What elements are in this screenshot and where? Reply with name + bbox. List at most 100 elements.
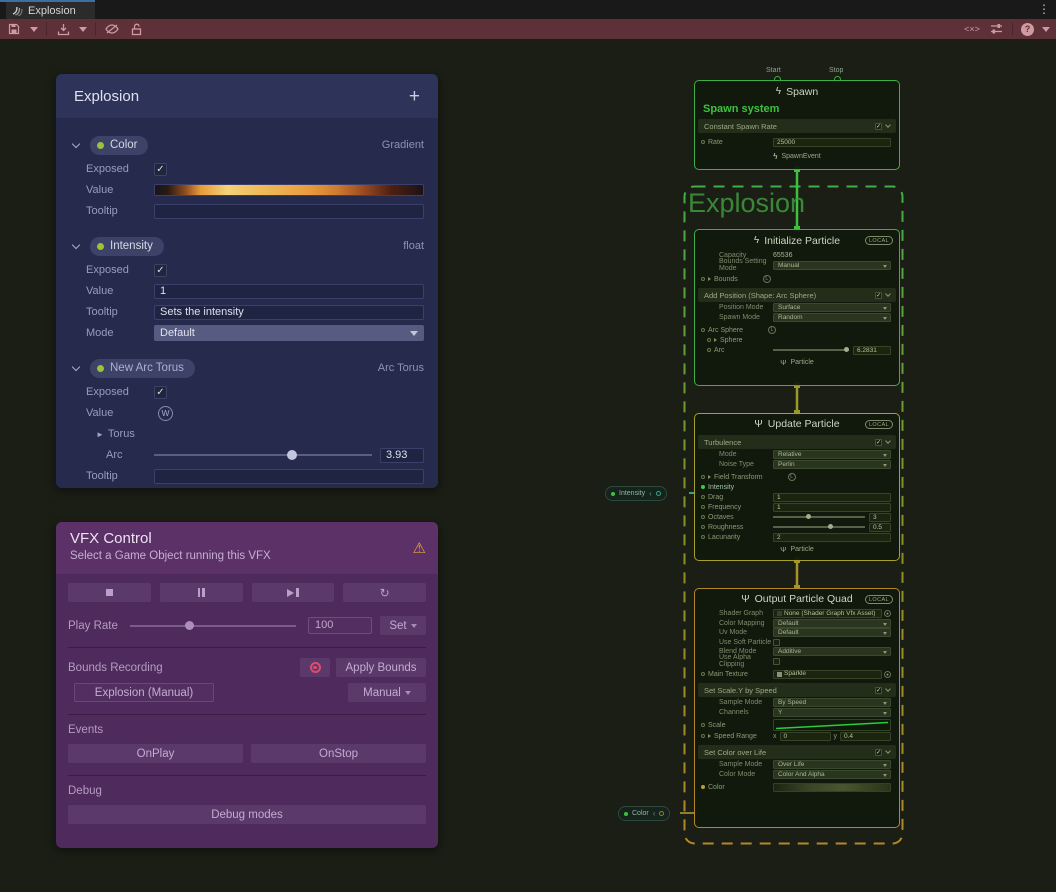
intensity-tooltip-input[interactable]: Sets the intensity — [154, 305, 424, 320]
intensity-parameter-node[interactable]: Intensity ‹ — [605, 486, 667, 501]
output-node[interactable]: Ψ Output Particle Quad LOCAL Shader Grap… — [694, 588, 900, 828]
main-texture-object-field[interactable]: Sparkle — [773, 670, 882, 679]
collapse-icon[interactable]: ‹ — [649, 490, 652, 498]
speed-range-x-input[interactable]: 0 — [780, 732, 831, 741]
shader-graph-object-field[interactable]: None (Shader Graph Vfx Asset) — [773, 609, 882, 618]
frequency-input[interactable]: 1 — [773, 503, 891, 512]
bounds-mode-dropdown[interactable]: Manual — [348, 683, 426, 702]
arc-slider[interactable] — [154, 454, 372, 456]
foldout-icon[interactable] — [708, 734, 711, 738]
color-gradient-editor[interactable] — [154, 184, 424, 196]
chevron-down-icon[interactable] — [885, 291, 891, 297]
uv-mode-dropdown[interactable]: Default — [773, 628, 891, 637]
chevron-down-icon[interactable] — [885, 122, 891, 128]
color-mapping-dropdown[interactable]: Default — [773, 619, 891, 628]
drag-port[interactable] — [701, 495, 705, 499]
arc-port[interactable] — [707, 348, 711, 352]
world-space-toggle[interactable]: W — [158, 406, 173, 421]
spawn-system-label[interactable]: Spawn system — [695, 102, 899, 118]
channels-dropdown[interactable]: Y — [773, 708, 891, 717]
chevron-down-icon[interactable] — [885, 686, 891, 692]
foldout-icon[interactable] — [708, 475, 711, 479]
block-enabled-checkbox[interactable]: ✓ — [875, 123, 882, 130]
roughness-slider[interactable] — [773, 526, 865, 528]
intensity-exposed-checkbox[interactable]: ✓ — [154, 264, 167, 277]
color-property-pill[interactable]: Color — [90, 136, 148, 155]
update-node[interactable]: Ψ Update Particle LOCAL Turbulence ✓ Mod… — [694, 413, 900, 561]
color-exposed-checkbox[interactable]: ✓ — [154, 163, 167, 176]
play-rate-slider[interactable] — [130, 625, 296, 627]
arc-slider-handle[interactable] — [844, 347, 849, 352]
octaves-value[interactable]: 3 — [869, 513, 891, 522]
step-button[interactable] — [252, 583, 335, 602]
spawn-mode-dropdown[interactable]: Random — [773, 313, 891, 322]
arc-torus-exposed-checkbox[interactable]: ✓ — [154, 386, 167, 399]
block-enabled-checkbox[interactable]: ✓ — [875, 439, 882, 446]
color-port-connected[interactable] — [701, 785, 705, 789]
block-enabled-checkbox[interactable]: ✓ — [875, 292, 882, 299]
local-space-icon[interactable]: L — [763, 275, 771, 283]
sample-mode-dropdown[interactable]: By Speed — [773, 698, 891, 707]
block-enabled-checkbox[interactable]: ✓ — [875, 749, 882, 756]
arc-torus-tooltip-input[interactable] — [154, 469, 424, 484]
mode-dropdown[interactable]: Relative — [773, 450, 891, 459]
debug-modes-button[interactable]: Debug modes — [68, 805, 426, 824]
object-picker-icon[interactable]: ● — [884, 610, 891, 617]
update-node-header[interactable]: Ψ Update Particle LOCAL — [695, 414, 899, 434]
octaves-slider-handle[interactable] — [806, 514, 811, 519]
bounds-target-button[interactable]: Explosion (Manual) — [74, 683, 214, 702]
foldout-icon[interactable] — [714, 338, 717, 342]
arc-sphere-port[interactable] — [701, 328, 705, 332]
intensity-value-input[interactable]: 1 — [154, 284, 424, 299]
foldout-icon[interactable] — [708, 277, 711, 281]
arc-value-input[interactable]: 3.93 — [380, 448, 424, 463]
local-space-icon[interactable]: L — [768, 326, 776, 334]
roughness-port[interactable] — [701, 525, 705, 529]
rate-input[interactable]: 25000 — [773, 138, 891, 147]
color-pill-port[interactable] — [659, 811, 664, 816]
field-transform-port[interactable] — [701, 475, 705, 479]
main-texture-port[interactable] — [701, 672, 705, 676]
intensity-mode-dropdown[interactable]: Default — [154, 325, 424, 341]
chevron-down-icon[interactable] — [885, 438, 891, 444]
roughness-value[interactable]: 0.5 — [869, 523, 891, 532]
noise-type-dropdown[interactable]: Perlin — [773, 460, 891, 469]
lacunarity-input[interactable]: 2 — [773, 533, 891, 542]
turbulence-block[interactable]: Turbulence ✓ — [698, 435, 896, 449]
position-mode-dropdown[interactable]: Surface — [773, 303, 891, 312]
speed-range-y-input[interactable]: 0.4 — [840, 732, 891, 741]
set-scale-block[interactable]: Set Scale.Y by Speed ✓ — [698, 683, 896, 697]
color-gradient-field[interactable] — [773, 783, 891, 792]
stop-button[interactable] — [68, 583, 151, 602]
set-color-block[interactable]: Set Color over Life ✓ — [698, 745, 896, 759]
intensity-property-pill[interactable]: Intensity — [90, 237, 164, 256]
bounds-port[interactable] — [701, 277, 705, 281]
spawn-node[interactable]: ϟ Spawn Spawn system Constant Spawn Rate… — [694, 80, 900, 170]
local-space-icon[interactable]: L — [788, 473, 796, 481]
arc-torus-property-pill[interactable]: New Arc Torus — [90, 359, 195, 378]
roughness-slider-handle[interactable] — [828, 524, 833, 529]
chevron-down-icon[interactable] — [885, 748, 891, 754]
octaves-slider[interactable] — [773, 516, 865, 518]
set-button[interactable]: Set — [380, 616, 426, 635]
chevron-down-icon[interactable] — [72, 240, 80, 248]
soft-particle-checkbox[interactable] — [773, 639, 780, 646]
octaves-port[interactable] — [701, 515, 705, 519]
add-position-block[interactable]: Add Position (Shape: Arc Sphere) ✓ — [698, 288, 896, 302]
play-rate-handle[interactable] — [185, 621, 194, 630]
intensity-pill-port[interactable] — [656, 491, 661, 496]
color-mode-dropdown[interactable]: Color And Alpha — [773, 770, 891, 779]
arc-value[interactable]: 6.2831 — [853, 346, 891, 355]
constant-spawn-rate-block[interactable]: Constant Spawn Rate ✓ — [698, 119, 896, 133]
initialize-node[interactable]: ϟ Initialize Particle LOCAL Capacity 655… — [694, 229, 900, 386]
add-property-button[interactable]: + — [409, 87, 420, 106]
drag-input[interactable]: 1 — [773, 493, 891, 502]
chevron-down-icon[interactable] — [72, 362, 80, 370]
rate-port[interactable] — [701, 140, 705, 144]
lacunarity-port[interactable] — [701, 535, 705, 539]
color-parameter-node[interactable]: Color ‹ — [618, 806, 670, 821]
color-sample-mode-dropdown[interactable]: Over Life — [773, 760, 891, 769]
bounds-setting-dropdown[interactable]: Manual — [773, 261, 891, 270]
collapse-icon[interactable]: ‹ — [653, 810, 656, 818]
block-enabled-checkbox[interactable]: ✓ — [875, 687, 882, 694]
